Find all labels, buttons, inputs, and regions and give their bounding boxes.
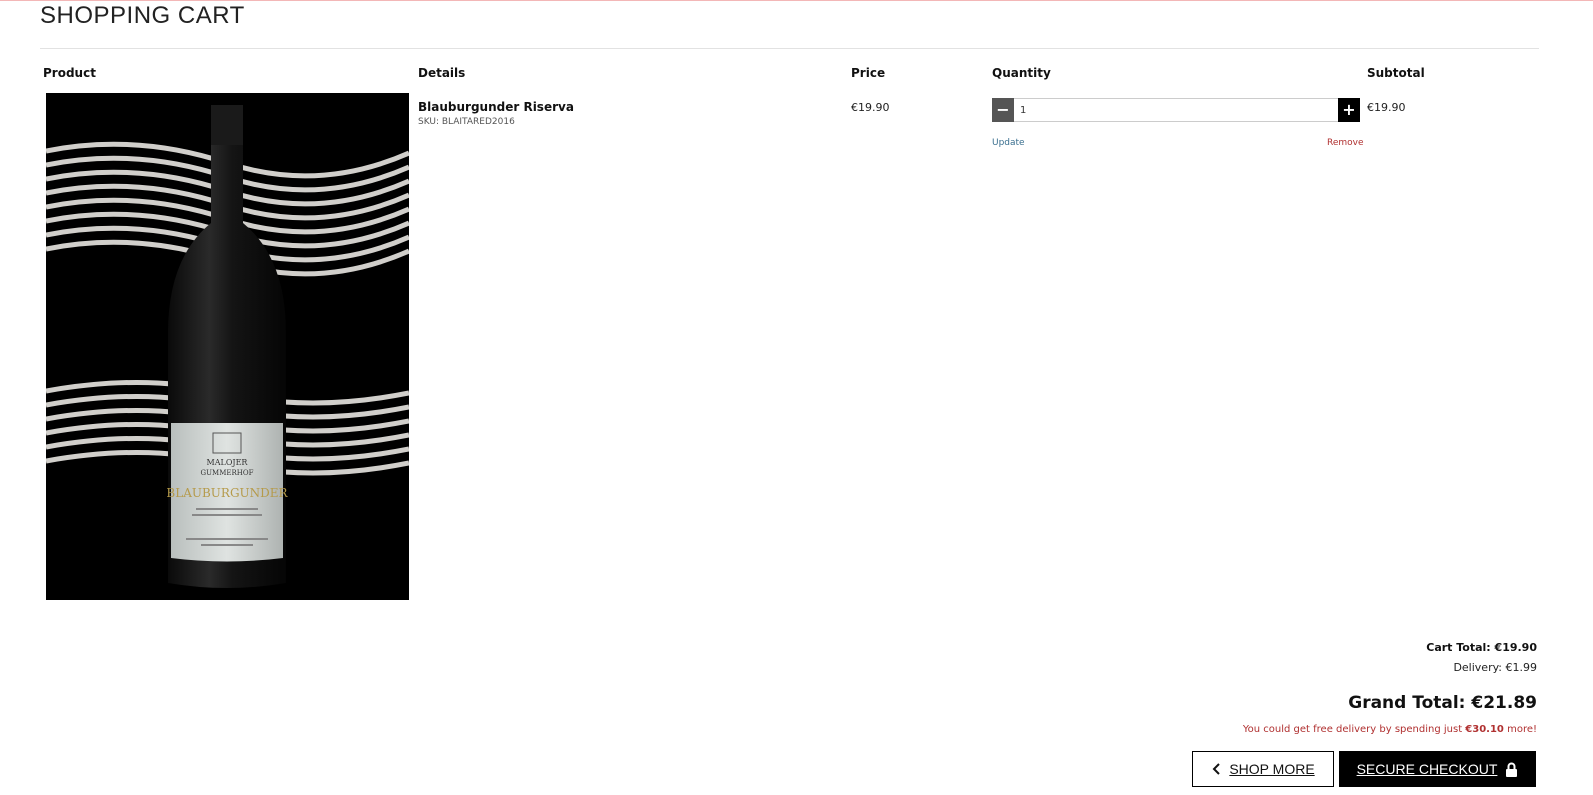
quantity-input[interactable] [1014, 98, 1338, 122]
secure-checkout-label: SECURE CHECKOUT [1356, 761, 1498, 777]
quantity-stepper: − + [992, 98, 1360, 122]
title-divider [40, 48, 1539, 49]
product-subtotal: €19.90 [1367, 101, 1406, 114]
header-subtotal: Subtotal [1367, 66, 1425, 80]
product-price: €19.90 [851, 101, 890, 114]
header-details: Details [418, 66, 466, 80]
grand-total: Grand Total: €21.89 [1348, 693, 1537, 713]
remove-link[interactable]: Remove [1327, 138, 1364, 148]
header-quantity: Quantity [992, 66, 1051, 80]
shop-more-label: SHOP MORE [1229, 761, 1315, 777]
free-delivery-prefix: You could get free delivery by spending … [1242, 724, 1463, 735]
free-delivery-notice: You could get free delivery by spending … [1243, 724, 1537, 735]
cart-total: Cart Total: €19.90 [1426, 641, 1537, 654]
product-name[interactable]: Blauburgunder Riserva [418, 100, 574, 114]
label-wine: BLAUBURGUNDER [166, 486, 288, 500]
header-product: Product [43, 66, 96, 80]
label-brand-bottom: GUMMERHOF [201, 469, 254, 477]
update-link[interactable]: Update [992, 138, 1025, 148]
plus-icon: + [1342, 100, 1356, 119]
shop-more-button[interactable]: SHOP MORE [1192, 751, 1334, 787]
chevron-left-icon [1211, 763, 1221, 775]
product-sku: SKU: BLAITARED2016 [418, 117, 515, 127]
header-price: Price [851, 66, 886, 80]
secure-checkout-button[interactable]: SECURE CHECKOUT [1339, 751, 1536, 787]
lock-icon [1505, 762, 1518, 777]
product-image: MALOJER GUMMERHOF BLAUBURGUNDER [46, 93, 409, 600]
minus-icon: − [996, 100, 1010, 119]
delivery-cost: Delivery: €1.99 [1453, 661, 1537, 674]
top-rule [0, 0, 1593, 1]
label-brand-top: MALOJER [207, 458, 249, 467]
increment-button[interactable]: + [1338, 98, 1360, 122]
free-delivery-amount: €30.10 [1465, 724, 1504, 735]
free-delivery-suffix: more! [1507, 724, 1537, 735]
decrement-button[interactable]: − [992, 98, 1014, 122]
page-title: SHOPPING CART [40, 2, 245, 29]
